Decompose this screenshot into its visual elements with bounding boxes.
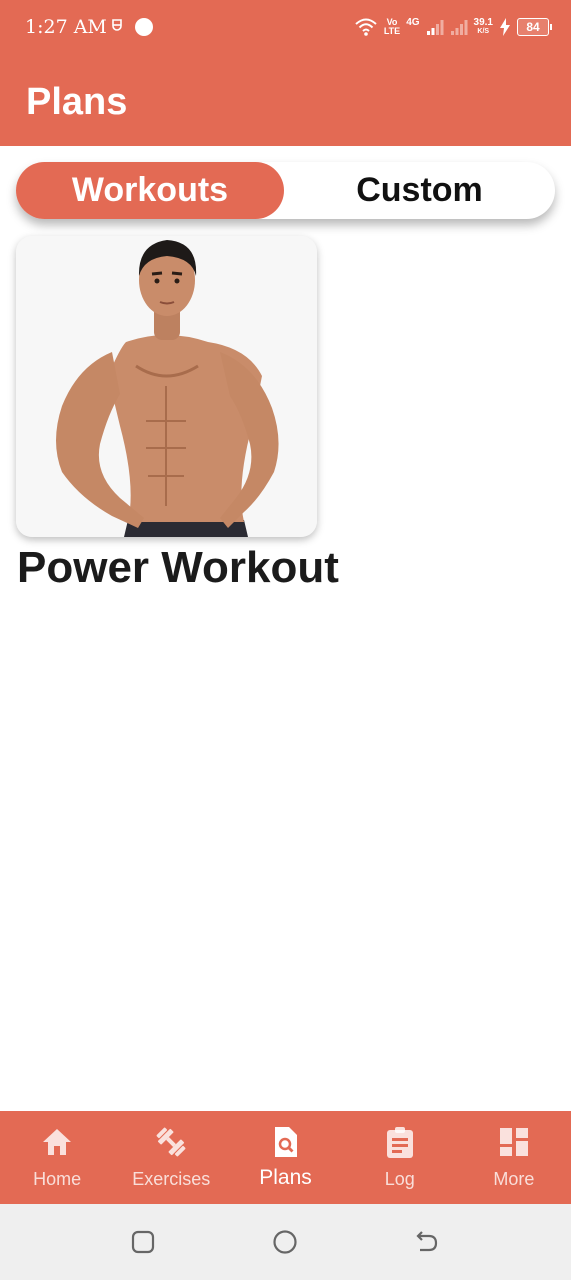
volte-indicator: Vo LTE	[383, 17, 401, 36]
nav-more-label: More	[493, 1169, 535, 1189]
nav-log-label: Log	[384, 1169, 415, 1189]
wifi-icon	[355, 18, 377, 36]
home-circle-icon[interactable]	[272, 1229, 298, 1255]
plan-title[interactable]: Power Workout	[17, 543, 339, 593]
record-dot-icon	[135, 18, 153, 36]
nav-exercises[interactable]: Exercises	[114, 1111, 228, 1204]
page-title: Plans	[26, 81, 128, 123]
system-nav-bar	[0, 1204, 571, 1280]
workout-image	[16, 236, 317, 537]
status-bar: 1:27 AM Vo LTE 4G 39.1 K/S 84	[0, 0, 571, 56]
nav-exercises-label: Exercises	[132, 1169, 211, 1189]
nav-log[interactable]: Log	[343, 1111, 457, 1204]
signal-icon	[426, 20, 444, 35]
nav-home-label: Home	[33, 1169, 82, 1189]
bottom-nav: Home Exercises Plans Log More	[0, 1111, 571, 1204]
network-speed: 39.1 K/S	[473, 17, 493, 36]
dashboard-icon	[499, 1128, 528, 1156]
tab-workouts[interactable]: Workouts	[16, 162, 284, 219]
recent-apps-icon[interactable]	[130, 1229, 156, 1255]
nav-plans-label: Plans	[259, 1166, 312, 1189]
charging-icon	[500, 18, 510, 36]
signal-icon	[450, 20, 468, 35]
workout-card[interactable]	[16, 236, 317, 537]
nav-more[interactable]: More	[457, 1111, 571, 1204]
nav-plans[interactable]: Plans	[228, 1111, 342, 1204]
app-bar: Plans	[0, 56, 571, 146]
search-document-icon	[274, 1127, 297, 1157]
status-time: 1:27 AM	[25, 16, 107, 38]
network-type: 4G	[406, 17, 420, 28]
nav-home[interactable]: Home	[0, 1111, 114, 1204]
dumbbell-icon	[156, 1127, 186, 1157]
segmented-tabs: Workouts Custom	[16, 162, 555, 219]
clipboard-icon	[386, 1127, 413, 1158]
home-icon	[43, 1129, 72, 1155]
tab-custom[interactable]: Custom	[284, 162, 555, 219]
battery-icon: 84	[517, 18, 552, 36]
back-icon[interactable]	[414, 1229, 440, 1255]
sim-icon	[112, 19, 122, 31]
